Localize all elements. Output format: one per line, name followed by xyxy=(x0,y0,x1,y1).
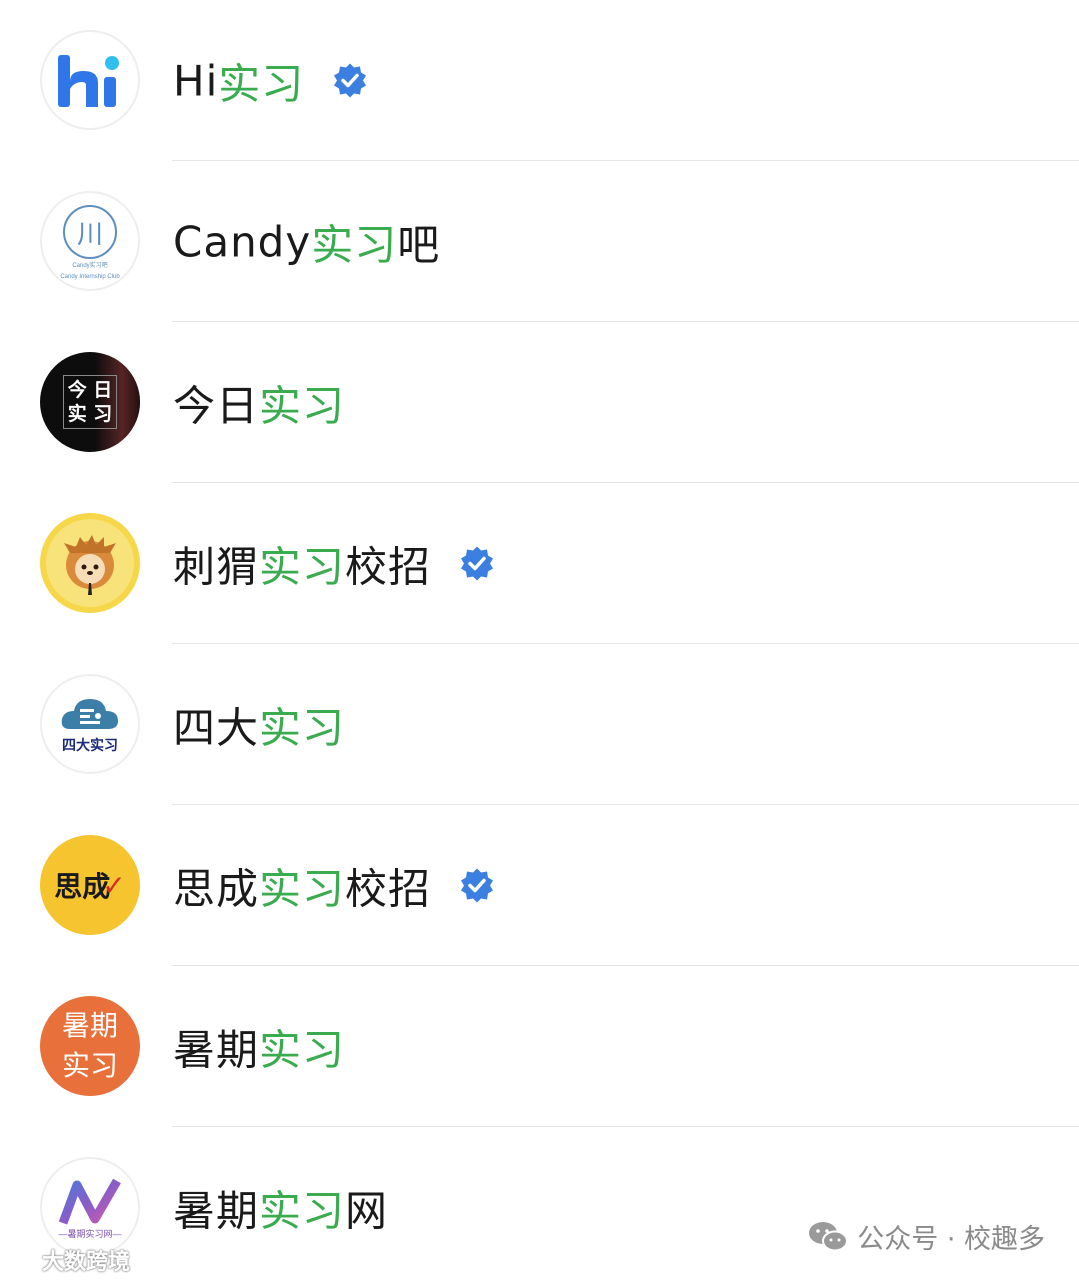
list-item[interactable]: Hi 实习 xyxy=(0,0,1079,161)
summer-net-logo-icon: —暑期实习网— xyxy=(40,1157,140,1257)
account-name: 思成 实习 校招 xyxy=(173,855,495,916)
hi-logo-icon xyxy=(40,30,140,130)
list-item[interactable]: —暑期实习网— 暑期 实习网 xyxy=(0,1127,1079,1288)
name-prefix: 暑期 xyxy=(173,1186,260,1235)
jinri-line-2: 实 习 xyxy=(67,403,113,425)
jinri-logo-icon: 今 日 实 习 xyxy=(40,352,140,452)
name-suffix: 校招 xyxy=(345,864,432,913)
hedgehog-logo-icon xyxy=(40,513,140,613)
sida-avatar-text: 四大实习 xyxy=(62,738,118,754)
name-highlight: 实习 xyxy=(259,381,346,430)
account-name: 暑期 实习网 xyxy=(173,1177,388,1238)
list-item[interactable]: 今 日 实 习 今日 实习 xyxy=(0,322,1079,483)
name-highlight: 实习 xyxy=(259,542,346,591)
verified-badge-icon xyxy=(461,546,494,581)
account-name: 刺猬 实习 校招 xyxy=(173,533,495,594)
name-suffix: 网 xyxy=(345,1186,389,1235)
verified-badge-icon xyxy=(461,868,494,903)
summer-logo-icon: 暑期 实习 xyxy=(40,996,140,1096)
sicheng-logo-icon: 思成 ✓ xyxy=(40,835,140,935)
name-suffix: 校招 xyxy=(345,542,432,591)
name-prefix: 四大 xyxy=(173,703,260,752)
name-prefix: 今日 xyxy=(173,381,260,430)
candy-small-title: Candy实习吧 xyxy=(72,263,108,269)
candy-glyph: 川 xyxy=(63,205,117,259)
name-prefix: 暑期 xyxy=(173,1025,260,1074)
check-mark-icon: ✓ xyxy=(102,868,126,902)
candy-small-subtitle: Candy Internship Club xyxy=(60,274,120,280)
candy-logo-icon: 川 Candy实习吧 Candy Internship Club xyxy=(40,191,140,291)
list-item[interactable]: 思成 ✓ 思成 实习 校招 xyxy=(0,805,1079,966)
name-prefix: 刺猬 xyxy=(173,542,260,591)
account-name: 暑期 实习 xyxy=(173,1016,345,1077)
jinri-box: 今 日 实 习 xyxy=(62,375,118,429)
list-item[interactable]: 川 Candy实习吧 Candy Internship Club Candy 实… xyxy=(0,161,1079,322)
account-name: 今日 实习 xyxy=(173,372,345,433)
name-suffix: 吧 xyxy=(397,220,441,269)
summer-line-1: 暑期 xyxy=(61,1009,118,1042)
name-highlight: 实习 xyxy=(218,59,305,108)
watermark-logo-icon xyxy=(8,1251,35,1268)
watermark-left-text: 大数跨境 xyxy=(42,1250,131,1275)
watermark-right-text: 公众号 · 校趣多 xyxy=(857,1224,1045,1255)
watermark-right: 公众号 · 校趣多 xyxy=(807,1217,1045,1256)
zigzag-logo-icon xyxy=(58,1178,121,1225)
list-item[interactable]: 暑期 实习 暑期 实习 xyxy=(0,966,1079,1127)
list-item[interactable]: 四大实习 四大 实习 xyxy=(0,644,1079,805)
wechat-icon xyxy=(809,1221,849,1251)
cloud-icon xyxy=(61,699,118,729)
watermark-left: 大数跨境 xyxy=(8,1244,130,1276)
name-prefix: 思成 xyxy=(173,864,260,913)
name-highlight: 实习 xyxy=(311,220,398,269)
name-highlight: 实习 xyxy=(259,703,346,752)
sida-logo-icon: 四大实习 xyxy=(40,674,140,774)
jinri-line-1: 今 日 xyxy=(67,379,113,401)
name-highlight: 实习 xyxy=(259,1025,346,1074)
account-name: 四大 实习 xyxy=(173,694,345,755)
summer-net-avatar-text: —暑期实习网— xyxy=(58,1228,122,1239)
name-prefix: Hi xyxy=(173,56,219,105)
name-highlight: 实习 xyxy=(259,864,346,913)
name-prefix: Candy xyxy=(173,217,312,266)
list-item[interactable]: 刺猬 实习 校招 xyxy=(0,483,1079,644)
account-name: Candy 实习吧 xyxy=(173,211,440,272)
account-list: Hi 实习 川 Candy实习吧 Candy Internship Club Ca… xyxy=(0,0,1079,1288)
summer-line-2: 实习 xyxy=(61,1049,118,1082)
name-highlight: 实习 xyxy=(259,1186,346,1235)
account-name: Hi 实习 xyxy=(173,50,368,111)
verified-badge-icon xyxy=(334,63,367,98)
